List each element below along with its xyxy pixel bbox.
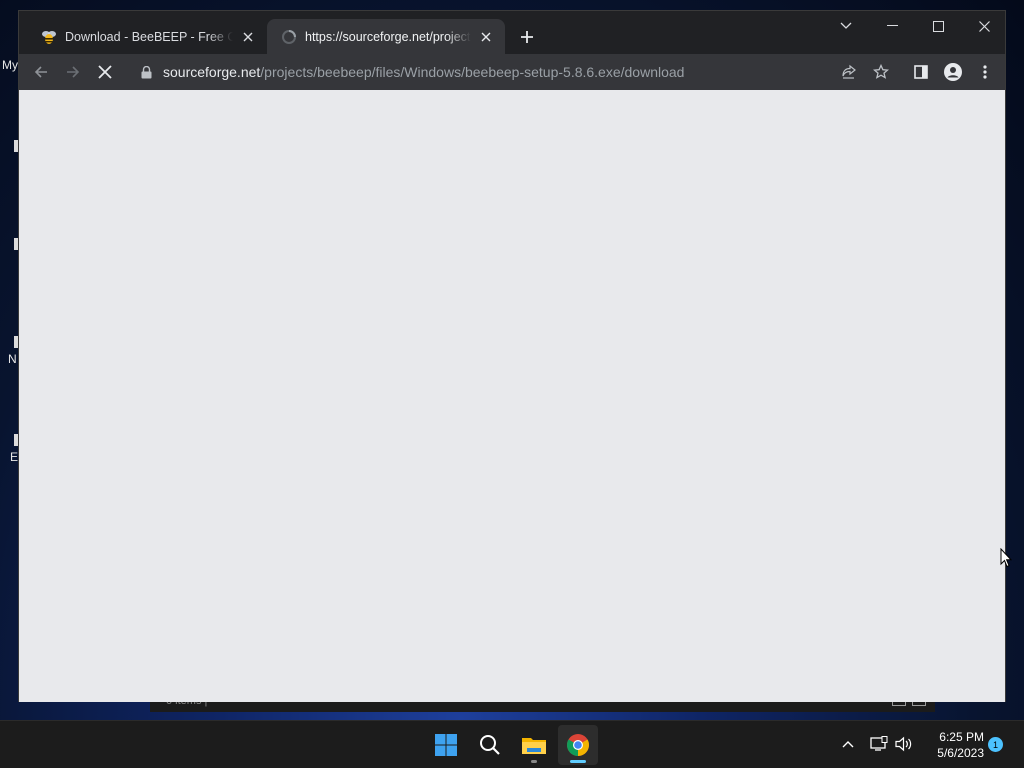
stop-loading-button[interactable] (91, 58, 119, 86)
bookmark-button[interactable] (867, 58, 895, 86)
stop-icon (98, 65, 112, 79)
desktop-icon-label-fragment[interactable]: My (2, 58, 18, 72)
tab-title: Download - BeeBEEP - Free Office Messeng… (65, 29, 233, 44)
tab-sourceforge-download[interactable]: https://sourceforge.net/projects/beebeep… (267, 19, 505, 54)
new-tab-button[interactable] (515, 25, 539, 49)
desktop-icon-label-fragment[interactable]: N (8, 352, 17, 366)
tab-title: https://sourceforge.net/projects/beebeep… (305, 29, 471, 44)
taskbar-clock[interactable]: 6:25 PM 5/6/2023 (922, 729, 984, 761)
avatar-icon (944, 63, 962, 81)
arrow-left-icon (34, 66, 47, 78)
tab-strip: Download - BeeBEEP - Free Office Messeng… (19, 11, 1005, 54)
desktop-icon-label-fragment[interactable]: E (10, 450, 18, 464)
network-button[interactable] (868, 733, 890, 755)
clock-time: 6:25 PM (939, 730, 984, 744)
forward-button[interactable] (59, 58, 87, 86)
back-button[interactable] (27, 58, 55, 86)
minimize-icon (886, 25, 898, 26)
maximize-button[interactable] (915, 11, 961, 41)
start-button[interactable] (426, 725, 466, 765)
volume-icon (895, 736, 912, 752)
mouse-cursor-icon (1000, 548, 1012, 568)
kebab-menu-icon (983, 65, 987, 79)
url-path: /projects/beebeep/files/Windows/beebeep-… (260, 64, 685, 80)
menu-button[interactable] (971, 58, 999, 86)
close-window-button[interactable] (961, 11, 1007, 41)
tab-search-button[interactable] (823, 11, 869, 41)
maximize-icon (932, 20, 944, 32)
start-icon (435, 734, 457, 756)
file-explorer-button[interactable] (514, 725, 554, 765)
side-panel-icon (914, 65, 928, 79)
chrome-window: Download - BeeBEEP - Free Office Messeng… (18, 10, 1006, 702)
close-icon[interactable] (239, 28, 257, 46)
network-icon (870, 736, 888, 751)
chevron-down-icon (840, 22, 852, 29)
file-explorer-icon (522, 738, 546, 754)
chrome-button[interactable] (558, 725, 598, 765)
search-button[interactable] (470, 725, 510, 765)
share-button[interactable] (835, 58, 863, 86)
arrow-right-icon (67, 66, 80, 78)
plus-icon (521, 31, 533, 43)
volume-button[interactable] (893, 733, 915, 755)
bee-icon (41, 29, 57, 45)
notification-badge[interactable]: 1 (988, 737, 1003, 752)
close-icon[interactable] (477, 28, 495, 46)
minimize-button[interactable] (869, 11, 915, 41)
browser-toolbar: sourceforge.net/projects/beebeep/files/W… (19, 54, 1005, 90)
url-host: sourceforge.net (163, 64, 261, 80)
address-bar[interactable]: sourceforge.net/projects/beebeep/files/W… (129, 57, 899, 87)
star-icon (873, 64, 889, 79)
taskbar: 6:25 PM 5/6/2023 1 (0, 720, 1024, 768)
chrome-icon (567, 734, 589, 756)
show-hidden-icons-button[interactable] (837, 733, 859, 755)
loading-spinner-icon (281, 29, 297, 45)
search-icon (480, 735, 500, 755)
lock-icon[interactable] (139, 65, 153, 79)
profile-button[interactable] (939, 58, 967, 86)
share-icon (842, 64, 856, 79)
tab-beebeep-download[interactable]: Download - BeeBEEP - Free Office Messeng… (27, 19, 267, 54)
page-viewport[interactable] (19, 90, 1005, 702)
side-panel-button[interactable] (907, 58, 935, 86)
close-icon (978, 20, 990, 32)
clock-date: 5/6/2023 (937, 746, 984, 760)
chevron-up-icon (842, 741, 854, 748)
